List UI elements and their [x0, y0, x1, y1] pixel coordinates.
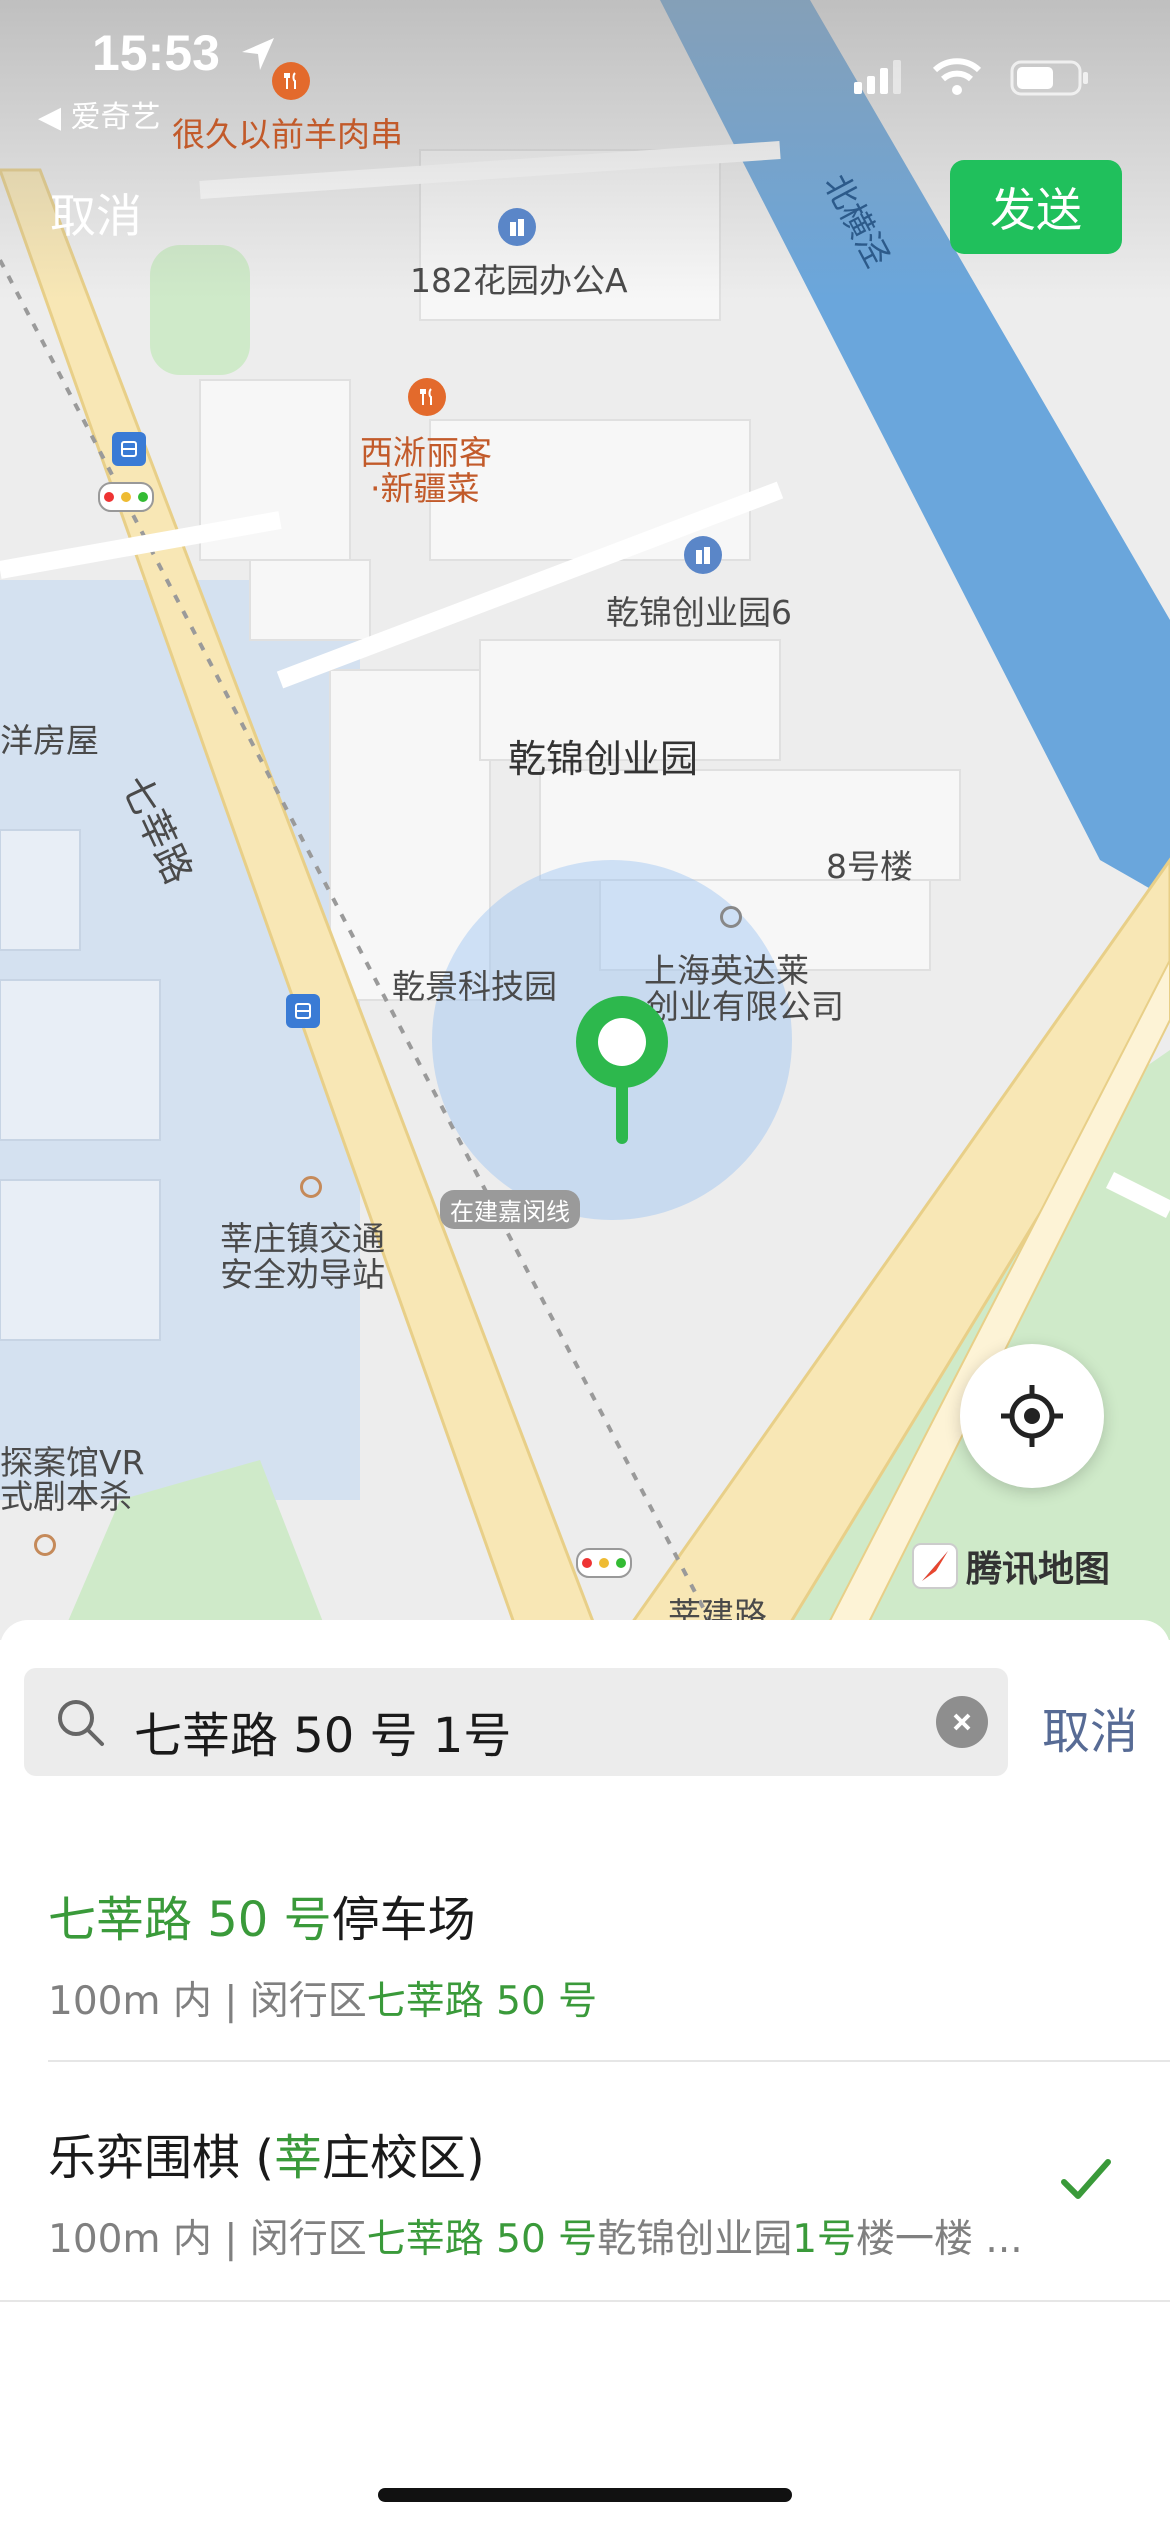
selected-check-icon — [1061, 2159, 1111, 2199]
result-title: 七莘路 50 号停车场 — [48, 1892, 476, 1948]
map-label: 182花园办公A — [410, 261, 628, 300]
result-address: 100m 内 | 闵行区七莘路 50 号乾锦创业园1号楼一楼 ... — [48, 2217, 1023, 2262]
map-label: 在建嘉闵线 — [440, 1190, 580, 1229]
home-indicator[interactable] — [378, 2488, 792, 2502]
send-button[interactable]: 发送 — [950, 160, 1122, 254]
result-address: 100m 内 | 闵行区七莘路 50 号 — [48, 1979, 598, 2024]
divider — [0, 2300, 1170, 2302]
restaurant-icon[interactable] — [408, 378, 446, 416]
status-bar: 15:53 ◀ 爱奇艺 — [0, 0, 1170, 150]
map-label: 乾锦创业园6 — [606, 593, 792, 632]
map-label: ·新疆菜 — [370, 469, 480, 508]
crosshair-icon — [1001, 1385, 1063, 1447]
cancel-button[interactable]: 取消 — [50, 180, 142, 246]
traffic-light-icon — [576, 1548, 632, 1578]
list-item[interactable]: 七莘路 50 号停车场 100m 内 | 闵行区七莘路 50 号 — [48, 1880, 1170, 2026]
signal-icon — [854, 60, 901, 94]
traffic-light-icon — [98, 482, 154, 512]
poi-dot-icon — [34, 1534, 56, 1556]
bus-stop-icon[interactable] — [112, 432, 146, 466]
bus-stop-icon[interactable] — [286, 994, 320, 1028]
result-title: 乐弈围棋 (莘庄校区) — [48, 2130, 485, 2186]
location-pin-icon — [576, 996, 668, 1144]
map-label: 上海英达莱 — [644, 951, 809, 990]
search-sheet: 七莘路 50 号 1号 取消 — [0, 1620, 1170, 2532]
map-label: 乾景科技园 — [392, 967, 557, 1006]
list-item[interactable]: 乐弈围棋 (莘庄校区) 100m 内 | 闵行区七莘路 50 号乾锦创业园1号楼… — [48, 2118, 1170, 2264]
back-to-app-link[interactable]: ◀ 爱奇艺 — [38, 92, 161, 136]
map-provider-name: 腾讯地图 — [966, 1549, 1111, 1590]
map-view[interactable]: 很久以前羊肉串 182花园办公A 西淅丽客 ·新疆菜 乾锦创业园6 乾锦创业园 … — [0, 0, 1170, 1640]
poi-dot-icon — [300, 1176, 322, 1198]
clear-search-button[interactable] — [936, 1696, 988, 1748]
office-icon[interactable] — [498, 208, 536, 246]
wifi-icon — [932, 58, 982, 95]
divider — [48, 2060, 1170, 2062]
map-label: 西淅丽客 — [360, 433, 492, 472]
search-bar[interactable]: 七莘路 50 号 1号 — [24, 1668, 1008, 1776]
clear-x-icon — [953, 1713, 971, 1731]
cancel-search-button[interactable]: 取消 — [1042, 1692, 1138, 1762]
tencent-map-logo-icon — [912, 1543, 958, 1589]
map-label: 洋房屋 — [0, 721, 99, 760]
map-label: 莘庄镇交通 — [220, 1219, 385, 1258]
search-icon — [58, 1700, 104, 1746]
poi-dot-icon — [720, 906, 742, 928]
office-icon[interactable] — [684, 536, 722, 574]
map-label: 乾锦创业园 — [508, 737, 699, 781]
map-label: 式剧本杀 — [0, 1477, 132, 1516]
map-provider-logo: 腾讯地图 — [912, 1540, 1110, 1592]
clock: 15:53 — [92, 25, 220, 81]
map-label: 安全劝导站 — [220, 1255, 385, 1294]
location-arrow-icon — [242, 38, 274, 70]
map-label: 8号楼 — [826, 847, 913, 886]
locate-me-button[interactable] — [960, 1344, 1104, 1488]
map-label: 创业有限公司 — [646, 987, 844, 1026]
battery-icon — [1010, 60, 1088, 96]
search-input[interactable]: 七莘路 50 号 1号 — [134, 1696, 511, 1766]
